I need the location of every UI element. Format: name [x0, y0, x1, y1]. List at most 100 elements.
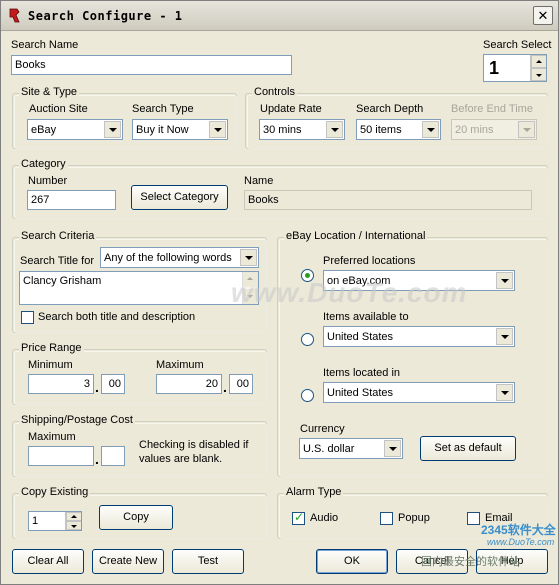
category-name-label: Name — [244, 175, 274, 187]
price-max-label: Maximum — [156, 359, 204, 371]
search-title-for-label: Search Title for — [20, 255, 94, 267]
update-rate-label: Update Rate — [260, 103, 322, 115]
search-type-value: Buy it Now — [136, 124, 189, 136]
shipping-legend: Shipping/Postage Cost — [19, 414, 135, 426]
watermark-safe: 国内最安全的软件站 — [421, 556, 520, 568]
search-type-select[interactable]: Buy it Now — [132, 119, 228, 140]
watermark-brand: 2345软件大全 — [481, 523, 556, 537]
auction-site-label: Auction Site — [29, 103, 88, 115]
audio-label: Audio — [310, 512, 339, 524]
clear-all-button[interactable]: Clear All — [12, 549, 84, 574]
search-depth-select[interactable]: 50 items — [356, 119, 441, 140]
window-title: Search Configure - 1 — [28, 9, 183, 23]
decimal-point: . — [95, 379, 99, 395]
watermark-brand-url: www.DuoTe.com — [487, 537, 555, 547]
search-select-value: 1 — [489, 58, 500, 78]
available-to-value: United States — [327, 331, 394, 343]
search-both-label: Search both title and description — [38, 311, 196, 323]
audio-checkbox[interactable] — [292, 510, 305, 525]
before-end-label: Before End Time — [451, 103, 533, 115]
close-icon: ✕ — [537, 8, 549, 23]
price-min-label: Minimum — [28, 359, 73, 371]
popup-label: Popup — [398, 512, 430, 524]
chevron-down-icon[interactable] — [496, 384, 513, 401]
available-to-select[interactable]: United States — [323, 326, 515, 347]
copy-source-spinner[interactable]: 1 — [28, 511, 82, 531]
ok-button[interactable]: OK — [316, 549, 388, 574]
price-max-cents-input[interactable]: 00 — [229, 374, 253, 394]
email-checkbox[interactable] — [467, 512, 480, 525]
before-end-select: 20 mins — [451, 119, 537, 140]
watermark-text: www.DuoTe.com — [231, 277, 468, 308]
search-terms-text: Clancy Grisham — [23, 275, 102, 287]
currency-select[interactable]: U.S. dollar — [299, 438, 403, 459]
match-mode-value: Any of the following words — [104, 252, 232, 264]
available-to-label: Items available to — [323, 311, 409, 323]
search-select-label: Search Select — [483, 39, 552, 51]
search-type-label: Search Type — [132, 103, 194, 115]
search-terms-textarea[interactable]: Clancy Grisham — [19, 271, 259, 305]
search-name-label: Search Name — [11, 39, 79, 51]
create-new-button[interactable]: Create New — [92, 549, 164, 574]
match-mode-select[interactable]: Any of the following words — [100, 247, 259, 268]
search-depth-value: 50 items — [360, 124, 402, 136]
copy-spin-buttons[interactable] — [65, 512, 81, 530]
located-in-value: United States — [327, 387, 394, 399]
search-select-spinner[interactable]: 1 — [483, 54, 547, 82]
search-select-spin-buttons[interactable] — [530, 55, 546, 81]
preferred-locations-label: Preferred locations — [323, 255, 416, 267]
controls-legend: Controls — [252, 86, 297, 98]
decimal-point: . — [95, 451, 99, 467]
copy-existing-legend: Copy Existing — [19, 486, 91, 498]
chevron-down-icon[interactable] — [496, 328, 513, 345]
price-max-whole-input[interactable]: 20 — [156, 374, 222, 394]
currency-value: U.S. dollar — [303, 443, 355, 455]
chevron-down-icon[interactable] — [104, 121, 121, 138]
price-range-legend: Price Range — [19, 342, 84, 354]
decimal-point: . — [223, 379, 227, 395]
ebay-location-legend: eBay Location / International — [284, 230, 428, 242]
shipping-cents-input[interactable] — [101, 446, 125, 466]
chevron-down-icon[interactable] — [384, 440, 401, 457]
chevron-down-icon[interactable] — [209, 121, 226, 138]
search-both-checkbox[interactable] — [21, 311, 34, 324]
copy-source-value: 1 — [32, 515, 39, 527]
set-default-button[interactable]: Set as default — [420, 436, 516, 461]
app-icon — [9, 8, 20, 23]
popup-checkbox[interactable] — [380, 512, 393, 525]
chevron-down-icon[interactable] — [326, 121, 343, 138]
before-end-value: 20 mins — [455, 124, 494, 136]
price-min-whole-input[interactable]: 3 — [28, 374, 94, 394]
search-configure-dialog: Search Configure - 1 ✕ Search Name Books… — [0, 0, 559, 585]
chevron-down-icon[interactable] — [422, 121, 439, 138]
auction-site-select[interactable]: eBay — [27, 119, 123, 140]
currency-label: Currency — [300, 423, 345, 435]
select-category-button[interactable]: Select Category — [131, 185, 228, 210]
chevron-down-icon[interactable] — [240, 249, 257, 266]
update-rate-select[interactable]: 30 mins — [259, 119, 345, 140]
alarm-type-legend: Alarm Type — [284, 486, 344, 498]
category-number-label: Number — [28, 175, 68, 187]
update-rate-value: 30 mins — [263, 124, 302, 136]
category-number-input[interactable]: 267 — [27, 190, 116, 210]
available-to-radio[interactable] — [301, 333, 314, 346]
chevron-down-icon — [518, 121, 535, 138]
search-name-input[interactable]: Books — [11, 55, 292, 75]
category-name-field: Books — [244, 190, 532, 210]
shipping-max-label: Maximum — [28, 431, 76, 443]
located-in-radio[interactable] — [301, 389, 314, 402]
site-type-legend: Site & Type — [19, 86, 80, 98]
shipping-whole-input[interactable] — [28, 446, 94, 466]
auction-site-value: eBay — [31, 124, 57, 136]
close-button[interactable]: ✕ — [533, 6, 553, 25]
category-legend: Category — [19, 158, 68, 170]
chevron-down-icon[interactable] — [496, 272, 513, 289]
test-button[interactable]: Test — [172, 549, 244, 574]
price-min-cents-input[interactable]: 00 — [101, 374, 125, 394]
search-criteria-legend: Search Criteria — [19, 230, 97, 242]
title-bar[interactable]: Search Configure - 1 ✕ — [1, 1, 558, 31]
search-depth-label: Search Depth — [356, 103, 424, 115]
copy-button[interactable]: Copy — [99, 505, 173, 530]
located-in-select[interactable]: United States — [323, 382, 515, 403]
located-in-label: Items located in — [323, 367, 401, 379]
